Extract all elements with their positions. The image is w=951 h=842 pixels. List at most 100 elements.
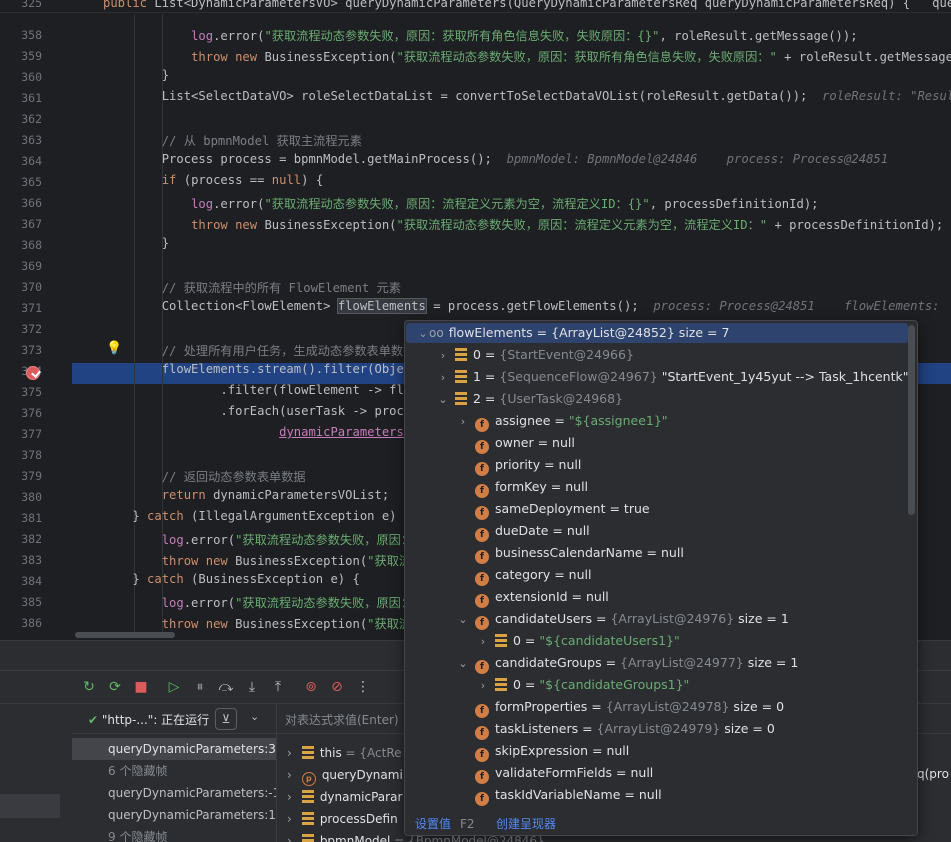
line-number-gutter[interactable]: 358 359 360 361 362 363 364 365 366 367 368 369 370 3… bbox=[0, 0, 72, 640]
code-line[interactable]: flowElements.stream().filter(Object bbox=[103, 362, 419, 376]
step-over-icon[interactable]: ⤼ bbox=[217, 678, 235, 696]
tree-node[interactable]: f formKey = null bbox=[457, 476, 588, 498]
code-line[interactable]: } catch (IllegalArgumentException e) { bbox=[103, 509, 411, 523]
rerun-failed-icon[interactable]: ⟳ bbox=[106, 678, 124, 696]
thread-selector[interactable]: ✔ "http-...": 正在运行 bbox=[88, 711, 209, 728]
code-line[interactable]: // 从 bpmnModel 获取主流程元素 bbox=[103, 131, 362, 149]
sticky-method-header[interactable]: 325 public List<DynamicParametersVO> que… bbox=[0, 0, 951, 13]
code-line[interactable]: dynamicParametersVO bbox=[103, 425, 418, 439]
tree-node[interactable]: › 0 = {StartEvent@24966} bbox=[437, 344, 634, 366]
chevron-down-icon[interactable]: ⌄ bbox=[457, 653, 469, 675]
hidden-frames-item[interactable]: 6 个隐藏帧 bbox=[72, 760, 276, 782]
code-line[interactable]: } catch (BusinessException e) { bbox=[103, 572, 359, 586]
node-value: null bbox=[630, 765, 654, 780]
set-value-link[interactable]: 设置值 bbox=[415, 813, 451, 835]
tree-node[interactable]: ⌄ 2 = {UserTask@24968} bbox=[437, 388, 623, 410]
code-line[interactable]: // 返回动态参数表单数据 bbox=[103, 467, 306, 485]
chevron-right-icon[interactable]: › bbox=[477, 675, 489, 697]
more-options-icon[interactable]: ⋮ bbox=[354, 678, 372, 696]
tree-root[interactable]: ⌄oo flowElements = {ArrayList@24852} size… bbox=[417, 322, 729, 344]
view-breakpoints-icon[interactable]: ⊚ bbox=[302, 678, 320, 696]
code-line[interactable]: if (process == null) { bbox=[103, 173, 323, 187]
chevron-right-icon[interactable]: › bbox=[457, 411, 469, 433]
tree-node[interactable]: f validateFormFields = null bbox=[457, 762, 653, 784]
breakpoint-icon[interactable] bbox=[26, 366, 40, 380]
pause-icon[interactable]: ⏸ bbox=[191, 678, 209, 696]
code-line[interactable]: Process process = bpmnModel.getMainProce… bbox=[103, 152, 888, 166]
code-line[interactable]: // 获取流程中的所有 FlowElement 元素 bbox=[103, 278, 401, 296]
chevron-down-icon[interactable]: ⌄ bbox=[250, 710, 259, 723]
chevron-down-icon[interactable]: ⌄ bbox=[417, 323, 429, 345]
frames-list[interactable]: queryDynamicParameters:374 6 个隐藏帧 queryDyn… bbox=[72, 734, 277, 842]
tree-node[interactable]: f owner = null bbox=[457, 432, 575, 454]
stack-frame[interactable]: queryDynamicParameters:-1, bbox=[72, 782, 276, 804]
tree-node[interactable]: › 1 = {SequenceFlow@24967} "StartEvent_1y… bbox=[437, 366, 909, 389]
tree-node[interactable]: f sameDeployment = true bbox=[457, 498, 650, 520]
chevron-down-icon[interactable]: ⌄ bbox=[437, 389, 449, 411]
stack-frame[interactable]: queryDynamicParameters:18 bbox=[72, 804, 276, 826]
variable-row[interactable]: › processDefin bbox=[287, 808, 398, 830]
tree-node[interactable]: f category = null bbox=[457, 564, 591, 586]
chevron-right-icon[interactable]: › bbox=[437, 367, 449, 389]
line-number: 386 bbox=[21, 616, 42, 630]
code-line[interactable]: throw new BusinessException("获取流程动态参数失败，… bbox=[103, 215, 951, 233]
line-number: 377 bbox=[21, 427, 42, 441]
tree-node[interactable]: ⌄ f candidateUsers = {ArrayList@24976} siz… bbox=[457, 608, 789, 630]
mute-breakpoints-icon[interactable]: ⊘ bbox=[328, 678, 346, 696]
code-line[interactable]: return dynamicParametersVOList; bbox=[103, 488, 389, 502]
chevron-right-icon[interactable]: › bbox=[287, 834, 292, 842]
node-name: 1 bbox=[473, 369, 481, 384]
lightbulb-icon[interactable]: 💡 bbox=[106, 341, 122, 356]
code-line[interactable]: log.error("获取流程动态参数失败，原因：获取所有角色信息失败，失败原因… bbox=[103, 26, 858, 44]
evaluate-expression-input[interactable]: 对表达式求值(Enter) bbox=[285, 711, 399, 728]
tree-node[interactable]: f taskListeners = {ArrayList@24979} size … bbox=[457, 718, 775, 740]
tree-node[interactable]: f priority = null bbox=[457, 454, 581, 476]
stop-icon[interactable]: ■ bbox=[132, 678, 150, 696]
chevron-right-icon[interactable]: › bbox=[477, 631, 489, 653]
tree-node[interactable]: f extensionId = null bbox=[457, 586, 609, 608]
variable-row[interactable]: › this = {ActRe bbox=[287, 742, 402, 764]
variable-row[interactable]: › p queryDynami bbox=[287, 764, 403, 786]
hidden-frames-item[interactable]: 9 个隐藏帧 bbox=[72, 826, 276, 842]
rerun-icon[interactable]: ↻ bbox=[80, 678, 98, 696]
filter-icon[interactable]: ⊻ bbox=[215, 708, 237, 730]
horizontal-scrollbar[interactable] bbox=[75, 632, 175, 638]
tree-node[interactable]: f taskIdVariableName = null bbox=[457, 784, 662, 806]
chevron-down-icon[interactable]: ⌄ bbox=[457, 609, 469, 631]
code-line[interactable]: .filter(flowElement -> flow bbox=[103, 383, 418, 397]
line-number: 370 bbox=[21, 280, 42, 294]
tree-node[interactable]: f skipExpression = null bbox=[457, 740, 629, 762]
tree-node[interactable]: › 0 = "${candidateUsers1}" bbox=[477, 630, 680, 652]
chevron-right-icon[interactable]: › bbox=[287, 812, 292, 826]
code-line[interactable]: Collection<FlowElement> flowElements = p… bbox=[103, 298, 951, 314]
chevron-right-icon[interactable]: › bbox=[437, 345, 449, 367]
tree-node[interactable]: › f assignee = "${assignee1}" bbox=[457, 410, 668, 432]
code-line[interactable]: } bbox=[103, 236, 169, 250]
tree-node[interactable]: ⌄ f candidateGroups = {ArrayList@24977} si… bbox=[457, 652, 798, 674]
code-line[interactable]: throw new BusinessException("获取流程 bbox=[103, 551, 424, 569]
popup-vertical-scrollbar[interactable] bbox=[908, 325, 915, 515]
step-out-icon[interactable]: ⤒ bbox=[269, 678, 287, 696]
resume-icon[interactable]: ▷ bbox=[165, 678, 183, 696]
tree-node[interactable]: f businessCalendarName = null bbox=[457, 542, 684, 564]
chevron-right-icon[interactable]: › bbox=[287, 790, 292, 804]
create-renderer-link[interactable]: 创建呈现器 bbox=[496, 813, 556, 835]
chevron-right-icon[interactable]: › bbox=[287, 768, 292, 782]
code-line[interactable]: throw new BusinessException("获取流程动态参数失败，… bbox=[103, 47, 951, 65]
stack-frame[interactable]: queryDynamicParameters:374 bbox=[72, 738, 276, 760]
tree-node[interactable]: f formProperties = {ArrayList@24978} size… bbox=[457, 696, 784, 718]
code-line[interactable]: log.error("获取流程动态参数失败，原因： bbox=[103, 530, 413, 548]
chevron-right-icon[interactable]: › bbox=[287, 746, 292, 760]
code-line[interactable]: // 处理所有用户任务，生成动态参数表单数据 bbox=[103, 341, 416, 359]
variable-row[interactable]: › dynamicParar bbox=[287, 786, 402, 808]
tree-node[interactable]: f dueDate = null bbox=[457, 520, 590, 542]
code-line[interactable]: List<SelectDataVO> roleSelectDataList = … bbox=[103, 89, 951, 103]
code-line[interactable]: log.error("获取流程动态参数失败，原因： bbox=[103, 593, 413, 611]
step-into-icon[interactable]: ⤓ bbox=[243, 678, 261, 696]
variable-inspect-popup[interactable]: ⌄oo flowElements = {ArrayList@24852} size… bbox=[404, 320, 918, 836]
tree-node[interactable]: › 0 = "${candidateGroups1}" bbox=[477, 674, 690, 697]
code-line[interactable]: } bbox=[103, 68, 169, 82]
code-line[interactable]: log.error("获取流程动态参数失败，原因：流程定义元素为空，流程定义ID… bbox=[103, 194, 818, 212]
code-line[interactable]: .forEach(userTask -> proces bbox=[103, 404, 418, 418]
code-line[interactable]: throw new BusinessException("获取流程 bbox=[103, 614, 424, 632]
